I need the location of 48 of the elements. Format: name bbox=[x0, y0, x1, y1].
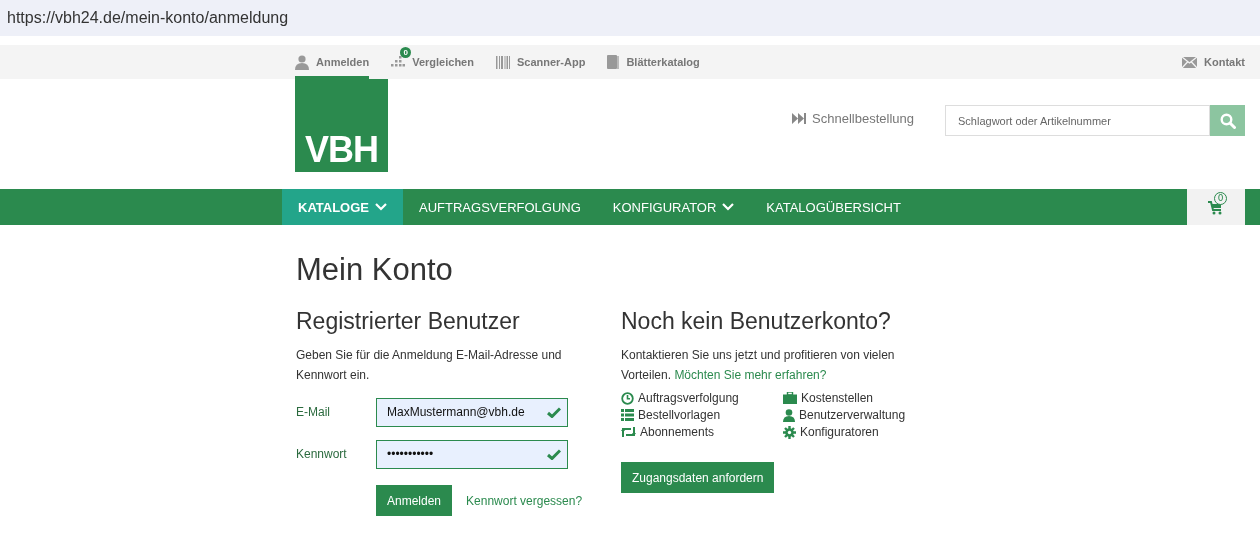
forgot-password-link[interactable]: Kennwort vergessen? bbox=[466, 493, 583, 508]
nav-item[interactable]: KATALOGÜBERSICHT bbox=[750, 189, 917, 225]
search-icon bbox=[1219, 112, 1236, 129]
fast-forward-icon bbox=[792, 113, 807, 124]
mail-icon bbox=[1182, 56, 1198, 68]
nav-item[interactable]: KATALOGE bbox=[282, 189, 403, 225]
search-button[interactable] bbox=[1210, 105, 1245, 136]
input-field[interactable]: ••••••••••• bbox=[376, 439, 568, 469]
learn-more-link[interactable]: Möchten Sie mehr erfahren? bbox=[674, 368, 827, 382]
book-icon bbox=[607, 55, 620, 69]
grid-icon bbox=[391, 56, 406, 68]
list-icon bbox=[621, 409, 634, 421]
page-title: Mein Konto bbox=[296, 252, 454, 288]
top-link[interactable]: Blätterkatalog bbox=[607, 45, 700, 79]
feature-label: Kostenstellen bbox=[801, 391, 874, 405]
repeat-icon bbox=[621, 426, 636, 438]
top-link[interactable]: 0 Vergleichen bbox=[391, 45, 474, 79]
field-label: E-Mail bbox=[296, 405, 331, 419]
person-icon bbox=[295, 54, 309, 70]
feature-label: Bestellvorlagen bbox=[638, 408, 721, 422]
feature-label: Auftragsverfolgung bbox=[638, 391, 739, 405]
input-field[interactable]: MaxMustermann@vbh.de bbox=[376, 397, 568, 427]
briefcase-icon bbox=[783, 392, 797, 404]
nav-item[interactable]: KONFIGURATOR bbox=[596, 189, 751, 225]
feature-label: Abonnements bbox=[640, 425, 715, 439]
contact-link[interactable]: Kontakt bbox=[1182, 45, 1245, 79]
count-badge: 0 bbox=[400, 47, 412, 58]
cart-button[interactable]: 0 bbox=[1187, 189, 1245, 225]
search-field[interactable]: Schlagwort oder Artikelnummer bbox=[945, 105, 1210, 136]
vbh-logo[interactable]: VBH bbox=[295, 79, 388, 172]
user-icon bbox=[783, 408, 795, 422]
request-access-button[interactable]: Zugangsdaten anfordern bbox=[621, 462, 775, 493]
gear-icon bbox=[783, 425, 796, 439]
barcode-icon bbox=[495, 55, 510, 69]
nav-item[interactable]: AUFTRAGSVERFOLGUNG bbox=[403, 189, 597, 225]
clock-icon bbox=[621, 391, 634, 405]
cart-count: 0 bbox=[1214, 192, 1227, 205]
quick-order-link[interactable]: Schnellbestellung bbox=[792, 111, 914, 126]
top-link[interactable]: Scanner-App bbox=[495, 45, 586, 79]
intro-text: Geben Sie für die Anmeldung E-Mail-Adresse und Kennwort ein. bbox=[296, 347, 563, 384]
login-button[interactable]: Anmelden bbox=[376, 485, 453, 516]
address-url[interactable]: https://vbh24.de/mein-konto/anmeldung bbox=[7, 9, 289, 27]
feature-label: Benutzerverwaltung bbox=[799, 408, 906, 422]
section-heading: Registrierter Benutzer bbox=[296, 308, 521, 335]
field-label: Kennwort bbox=[296, 447, 348, 461]
feature-label: Konfiguratoren bbox=[800, 425, 879, 439]
intro-text: Kontaktieren Sie uns jetzt und profitieren von vielen Vorteilen. Möchten Sie mehr erfahren? bbox=[621, 347, 896, 384]
section-heading: Noch kein Benutzerkonto? bbox=[621, 308, 892, 335]
